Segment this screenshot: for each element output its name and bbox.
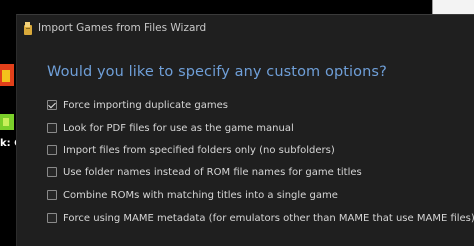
background-window-edge	[432, 0, 474, 14]
checkbox[interactable]	[47, 190, 57, 200]
option-label: Force importing duplicate games	[63, 99, 228, 111]
option-row[interactable]: Import files from specified folders only…	[47, 143, 335, 157]
option-row[interactable]: Combine ROMs with matching titles into a…	[47, 188, 338, 202]
wizard-icon	[24, 22, 32, 35]
option-row[interactable]: Force using MAME metadata (for emulators…	[47, 211, 474, 225]
background-app-art	[0, 64, 14, 130]
checkbox[interactable]	[47, 213, 57, 223]
background-app: k: G	[0, 0, 16, 246]
option-row[interactable]: Look for PDF files for use as the game m…	[47, 121, 294, 135]
checkbox[interactable]	[47, 123, 57, 133]
option-label: Combine ROMs with matching titles into a…	[63, 189, 338, 201]
option-row[interactable]: Force importing duplicate games	[47, 98, 228, 112]
option-row[interactable]: Use folder names instead of ROM file nam…	[47, 165, 362, 179]
import-wizard-window: Import Games from Files Wizard Would you…	[16, 14, 474, 246]
window-title: Import Games from Files Wizard	[38, 22, 207, 34]
checkbox-checked[interactable]	[47, 100, 57, 110]
titlebar[interactable]: Import Games from Files Wizard	[17, 15, 474, 43]
page-heading: Would you like to specify any custom opt…	[47, 64, 387, 80]
option-label: Look for PDF files for use as the game m…	[63, 122, 294, 134]
background-app-text: k: G	[0, 138, 16, 149]
option-label: Use folder names instead of ROM file nam…	[63, 166, 362, 178]
checkbox[interactable]	[47, 145, 57, 155]
option-label: Import files from specified folders only…	[63, 144, 335, 156]
option-label: Force using MAME metadata (for emulators…	[63, 212, 474, 224]
checkbox[interactable]	[47, 167, 57, 177]
